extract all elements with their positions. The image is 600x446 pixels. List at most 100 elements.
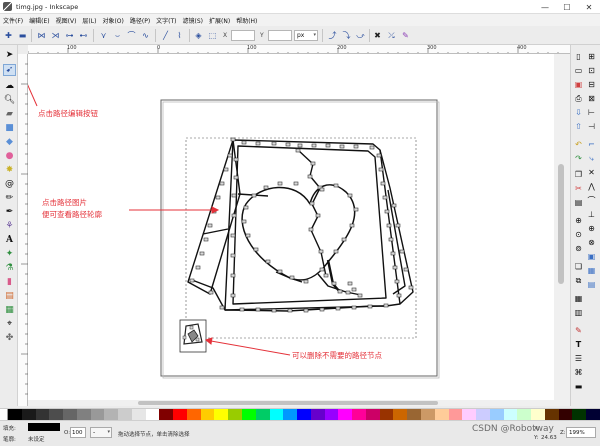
text-font-icon[interactable]: T	[573, 339, 584, 350]
palette-swatch[interactable]	[49, 409, 64, 420]
palette-swatch[interactable]	[104, 409, 119, 420]
palette-swatch[interactable]	[255, 409, 270, 420]
connector-tool-icon[interactable]: ✤	[3, 332, 16, 344]
snap-cusp-icon[interactable]: ⋀	[586, 181, 597, 192]
palette-swatch[interactable]	[310, 409, 325, 420]
3d-box-tool-icon[interactable]: ◆	[3, 136, 16, 148]
opacity-input[interactable]: 100	[70, 427, 86, 438]
palette-swatch[interactable]	[118, 409, 132, 420]
rectangle-tool-icon[interactable]: ■	[3, 122, 16, 134]
auto-smooth-node-icon[interactable]: ∿	[140, 30, 151, 41]
paste-icon[interactable]: ▤	[573, 197, 584, 208]
palette-swatch[interactable]	[489, 409, 504, 420]
palette-swatch[interactable]	[90, 409, 105, 420]
new-document-icon[interactable]: ▯	[573, 51, 584, 62]
menu-path[interactable]: 路径(P)	[130, 16, 150, 25]
x-coordinate-input[interactable]	[231, 30, 255, 41]
palette-swatch[interactable]	[228, 409, 243, 420]
unit-select[interactable]: px ▾	[294, 30, 318, 41]
palette-swatch[interactable]	[352, 409, 366, 420]
join-nodes-icon[interactable]: ⋈	[36, 30, 47, 41]
palette-swatch[interactable]	[35, 409, 50, 420]
menu-layer[interactable]: 层(L)	[82, 16, 96, 25]
zoom-selection-icon[interactable]: ⊕	[573, 215, 584, 226]
show-transform-handles-icon[interactable]: ✖	[372, 30, 383, 41]
snap-intersection-icon[interactable]: ✕	[586, 167, 597, 178]
edit-path-effect-icon[interactable]: ✎	[400, 30, 411, 41]
palette-swatch[interactable]	[365, 409, 380, 420]
calligraphy-tool-icon[interactable]: ⚘	[3, 220, 16, 232]
menu-text[interactable]: 文字(T)	[156, 16, 176, 25]
palette-swatch[interactable]	[448, 409, 463, 420]
tweak-tool-icon[interactable]: ☁	[3, 80, 16, 92]
palette-swatch[interactable]	[379, 409, 394, 420]
group-icon[interactable]: ▦	[573, 293, 584, 304]
layer-select[interactable]: - ▾	[90, 427, 112, 438]
palette-swatch[interactable]	[159, 409, 174, 420]
open-file-icon[interactable]: ▭	[573, 65, 584, 76]
palette-swatch[interactable]	[517, 409, 532, 420]
stroke-to-path-icon[interactable]: ⬚	[207, 30, 218, 41]
palette-swatch[interactable]	[63, 409, 77, 420]
spray-tool-icon[interactable]: ✦	[3, 248, 16, 260]
join-segment-icon[interactable]: ⊶	[64, 30, 75, 41]
snap-grid-icon[interactable]: ▦	[586, 265, 597, 276]
snap-nodes-icon[interactable]: ⌐	[586, 139, 597, 150]
fill-color-indicator[interactable]	[28, 423, 60, 431]
zoom-tool-icon[interactable]: 🔍︎	[3, 94, 16, 106]
clone-icon[interactable]: ⧉	[573, 275, 584, 286]
palette-swatch[interactable]	[558, 409, 573, 420]
mesh-tool-icon[interactable]: ▦	[3, 304, 16, 316]
selector-tool-icon[interactable]: ➤	[3, 49, 16, 61]
palette-swatch[interactable]	[586, 409, 600, 420]
xml-editor-icon[interactable]: ⌘	[573, 367, 584, 378]
palette-swatch[interactable]	[186, 409, 201, 420]
text-tool-icon[interactable]: A	[3, 234, 16, 246]
print-icon[interactable]: ⎙	[573, 93, 584, 104]
snap-rotation-center-icon[interactable]: ⊗	[586, 237, 597, 248]
segment-curve-icon[interactable]: ⌇	[174, 30, 185, 41]
close-button[interactable]: ✕	[578, 0, 600, 14]
align-distribute-icon[interactable]: ▬	[573, 381, 584, 392]
segment-line-icon[interactable]: ╱	[160, 30, 171, 41]
object-to-path-icon[interactable]: ◈	[193, 30, 204, 41]
palette-swatch[interactable]	[544, 409, 559, 420]
snap-enable-icon[interactable]: ⊞	[586, 51, 597, 62]
palette-swatch[interactable]	[214, 409, 229, 420]
snap-smooth-icon[interactable]: ⌒	[586, 195, 597, 206]
delete-node-icon[interactable]: ▬	[17, 30, 28, 41]
no-paint-swatch[interactable]	[0, 409, 8, 420]
snap-guide-icon[interactable]: ▤	[586, 279, 597, 290]
snap-bbox-edge-icon[interactable]: ⊟	[586, 79, 597, 90]
show-mask-icon[interactable]: ⤵	[341, 30, 352, 41]
zoom-input[interactable]: 199%	[566, 427, 596, 438]
palette-swatch[interactable]	[173, 409, 187, 420]
ungroup-icon[interactable]: ▥	[573, 307, 584, 318]
palette-swatch[interactable]	[434, 409, 449, 420]
save-icon[interactable]: ▣	[573, 79, 584, 90]
drawing-canvas[interactable]: 点击路径编辑按钮 点击路径图片 便可查看路径轮廓 可以删除不需要的路径节点	[28, 54, 554, 406]
menu-edit[interactable]: 编辑(E)	[29, 16, 49, 25]
palette-swatch[interactable]	[503, 409, 518, 420]
pencil-tool-icon[interactable]: ✏	[3, 192, 16, 204]
snap-center-icon[interactable]: ⊕	[586, 223, 597, 234]
palette-swatch[interactable]	[476, 409, 490, 420]
cusp-node-icon[interactable]: ⋎	[98, 30, 109, 41]
palette-swatch[interactable]	[21, 409, 36, 420]
palette-swatch[interactable]	[145, 409, 160, 420]
palette-swatch[interactable]	[338, 409, 353, 420]
palette-swatch[interactable]	[131, 409, 146, 420]
scrollbar-thumb[interactable]	[138, 401, 438, 405]
palette-swatch[interactable]	[76, 409, 91, 420]
menu-extensions[interactable]: 扩展(N)	[209, 16, 230, 25]
node-tool-icon[interactable]: ➹	[3, 64, 16, 76]
horizontal-scrollbar[interactable]	[28, 400, 554, 406]
export-icon[interactable]: ⇧	[573, 121, 584, 132]
paint-bucket-tool-icon[interactable]: ▮	[3, 276, 16, 288]
menu-help[interactable]: 帮助(H)	[236, 16, 257, 25]
snap-midpoint-icon[interactable]: ⊥	[586, 209, 597, 220]
menu-view[interactable]: 视图(V)	[56, 16, 77, 25]
palette-swatch[interactable]	[572, 409, 587, 420]
show-path-outline-icon[interactable]: ⤻	[355, 30, 366, 41]
palette-swatch[interactable]	[420, 409, 435, 420]
